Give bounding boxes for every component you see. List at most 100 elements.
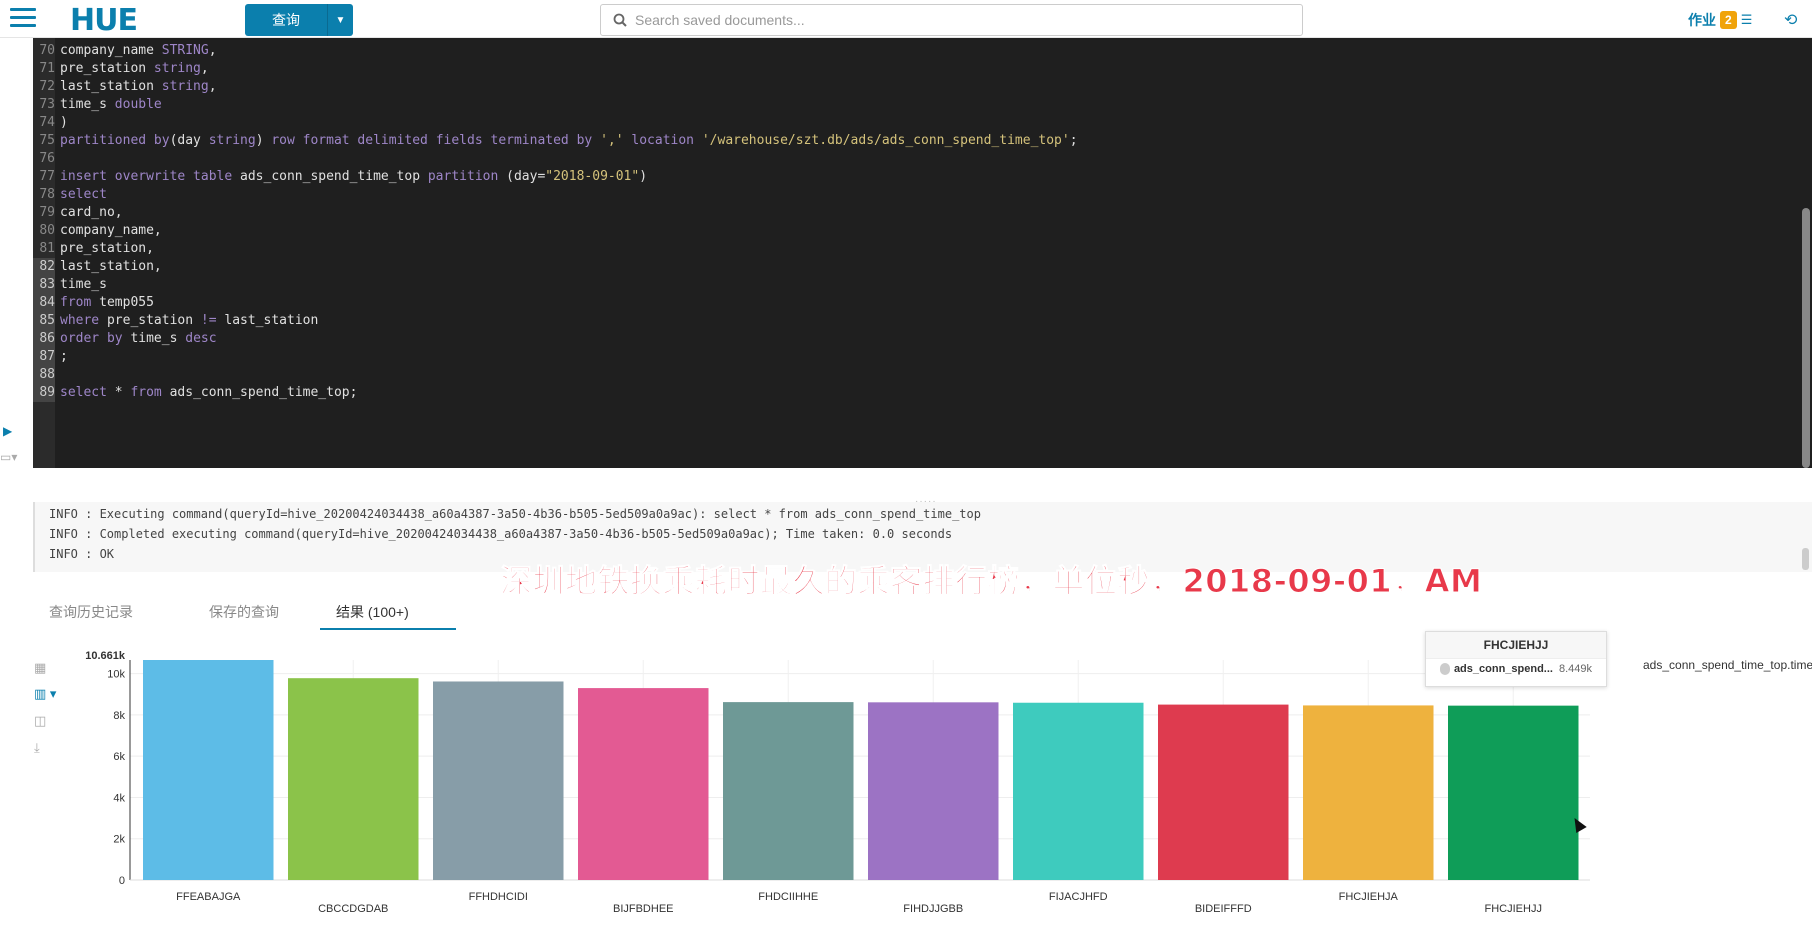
x-tick-label: FIJACJHFD — [1049, 891, 1108, 903]
log-scrollbar[interactable] — [1802, 548, 1809, 570]
menu-hamburger-icon[interactable] — [10, 8, 36, 30]
bar[interactable] — [143, 660, 274, 880]
code-line[interactable]: 84 from temp055 — [33, 294, 1078, 312]
run-icon[interactable]: ▶ — [3, 424, 12, 438]
line-number: 79 — [39, 205, 55, 220]
code-line[interactable]: 87; — [33, 348, 1078, 366]
code-text[interactable]: ) — [55, 114, 68, 132]
bar[interactable] — [1303, 705, 1434, 880]
line-number: 77 — [39, 169, 55, 184]
code-text[interactable]: from temp055 — [55, 294, 154, 312]
code-line[interactable]: 89 select * from ads_conn_spend_time_top; — [33, 384, 1078, 402]
code-text[interactable]: last_station, — [55, 258, 162, 276]
line-number: 78 — [39, 187, 55, 202]
jobs-label: 作业 — [1688, 12, 1716, 28]
code-lines[interactable]: 70 company_name STRING, 71 pre_station stri… — [33, 42, 1078, 402]
code-text[interactable] — [55, 366, 60, 384]
y-tick-label: 2k — [113, 834, 125, 846]
jobs-count-badge: 2 — [1720, 11, 1737, 29]
query-button[interactable]: 查询 ▼ — [245, 4, 353, 36]
y-tick-label: 0 — [119, 875, 125, 887]
line-number: 73 — [39, 97, 55, 112]
bar-chart-icon[interactable]: ▥ ▾ — [34, 686, 56, 702]
code-line[interactable]: 83 time_s — [33, 276, 1078, 294]
code-text[interactable]: select — [55, 186, 107, 204]
tooltip-row: ads_conn_spend... 8.449k — [1426, 659, 1606, 679]
book-icon[interactable]: ▭▾ — [0, 450, 17, 464]
y-tick-label: 6k — [113, 751, 125, 763]
columns-icon[interactable]: ◫ — [34, 713, 46, 729]
history-icon[interactable]: ⟲ — [1784, 10, 1797, 30]
code-text[interactable]: partitioned by(day string) row format de… — [55, 132, 1078, 150]
code-text[interactable]: pre_station string, — [55, 60, 209, 78]
code-text[interactable]: company_name STRING, — [55, 42, 217, 60]
bar[interactable] — [723, 702, 854, 880]
line-number: 86 — [33, 330, 55, 348]
bar[interactable] — [1158, 704, 1289, 880]
grid-view-icon[interactable]: ▦ — [34, 660, 46, 676]
x-tick-label: FHCJIEHJJ — [1485, 903, 1542, 915]
code-text[interactable]: last_station string, — [55, 78, 217, 96]
code-text[interactable] — [55, 150, 60, 168]
code-line[interactable]: 79 card_no, — [33, 204, 1078, 222]
code-text[interactable]: insert overwrite table ads_conn_spend_ti… — [55, 168, 647, 186]
code-text[interactable]: select * from ads_conn_spend_time_top; — [55, 384, 357, 402]
top-navbar: HUE 查询 ▼ 作业 2 ☰ ⟲ — [0, 0, 1812, 38]
x-tick-label: FFEABAJGA — [176, 891, 241, 903]
tab-saved-queries[interactable]: 保存的查询 — [185, 594, 318, 630]
code-line[interactable]: 70 company_name STRING, — [33, 42, 1078, 60]
x-tick-label: FIHDJJGBB — [903, 903, 963, 915]
results-bar-chart[interactable]: 0 2k 4k 6k 8k 10k 10.661k FFEABAJGA CBCCDGDAB FFH… — [60, 645, 1605, 925]
y-tick-label: 4k — [113, 792, 125, 804]
bar[interactable] — [578, 688, 709, 880]
bar[interactable] — [288, 678, 419, 880]
code-line[interactable]: 71 pre_station string, — [33, 60, 1078, 78]
code-line[interactable]: 77 insert overwrite table ads_conn_spend_… — [33, 168, 1078, 186]
search-input[interactable] — [635, 12, 1275, 28]
code-editor[interactable]: 70 company_name STRING, 71 pre_station stri… — [33, 38, 1812, 468]
bar[interactable] — [1013, 702, 1144, 880]
editor-scrollbar[interactable] — [1802, 208, 1810, 468]
search-box[interactable] — [600, 4, 1303, 36]
code-text[interactable]: pre_station, — [55, 240, 154, 258]
bar[interactable] — [433, 681, 564, 880]
code-line[interactable]: 73 time_s double — [33, 96, 1078, 114]
download-icon[interactable]: ⤓ — [34, 740, 40, 756]
code-line[interactable]: 76 — [33, 150, 1078, 168]
jobs-button[interactable]: 作业 2 ☰ — [1688, 10, 1752, 30]
code-line[interactable]: 74) — [33, 114, 1078, 132]
code-line[interactable]: 75 partitioned by(day string) row format … — [33, 132, 1078, 150]
line-number: 81 — [39, 241, 55, 256]
code-text[interactable]: company_name, — [55, 222, 162, 240]
chart-legend[interactable]: ads_conn_spend_time_top.time_s — [1640, 658, 1812, 672]
code-line[interactable]: 82 last_station, — [33, 258, 1078, 276]
chevron-down-icon[interactable]: ▼ — [327, 4, 353, 36]
query-button-label[interactable]: 查询 — [245, 4, 327, 36]
code-line[interactable]: 80 company_name, — [33, 222, 1078, 240]
code-text[interactable]: order by time_s desc — [55, 330, 217, 348]
hue-logo[interactable]: HUE — [70, 3, 138, 38]
tooltip-title: FHCJIEHJJ — [1426, 632, 1606, 659]
code-text[interactable]: time_s — [55, 276, 107, 294]
line-number: 89 — [33, 384, 55, 402]
bar[interactable] — [1448, 705, 1579, 880]
search-icon — [613, 13, 627, 27]
code-text[interactable]: card_no, — [55, 204, 123, 222]
code-text[interactable]: ; — [55, 348, 68, 366]
code-line[interactable]: 78 select — [33, 186, 1078, 204]
code-line[interactable]: 86 order by time_s desc — [33, 330, 1078, 348]
line-number: 82 — [33, 258, 55, 276]
line-number: 84 — [33, 294, 55, 312]
code-line[interactable]: 88 — [33, 366, 1078, 384]
code-line[interactable]: 85 where pre_station != last_station — [33, 312, 1078, 330]
code-line[interactable]: 81 pre_station, — [33, 240, 1078, 258]
line-number: 72 — [39, 79, 55, 94]
code-text[interactable]: time_s double — [55, 96, 162, 114]
x-tick-label: BIJFBDHEE — [613, 903, 674, 915]
bar[interactable] — [868, 702, 999, 880]
code-line[interactable]: 72 last_station string, — [33, 78, 1078, 96]
tab-results[interactable]: 结果 (100+) — [320, 594, 456, 630]
code-text[interactable]: where pre_station != last_station — [55, 312, 318, 330]
x-tick-label: FHCJIEHJA — [1339, 891, 1399, 903]
tab-query-history[interactable]: 查询历史记录 — [33, 594, 183, 630]
